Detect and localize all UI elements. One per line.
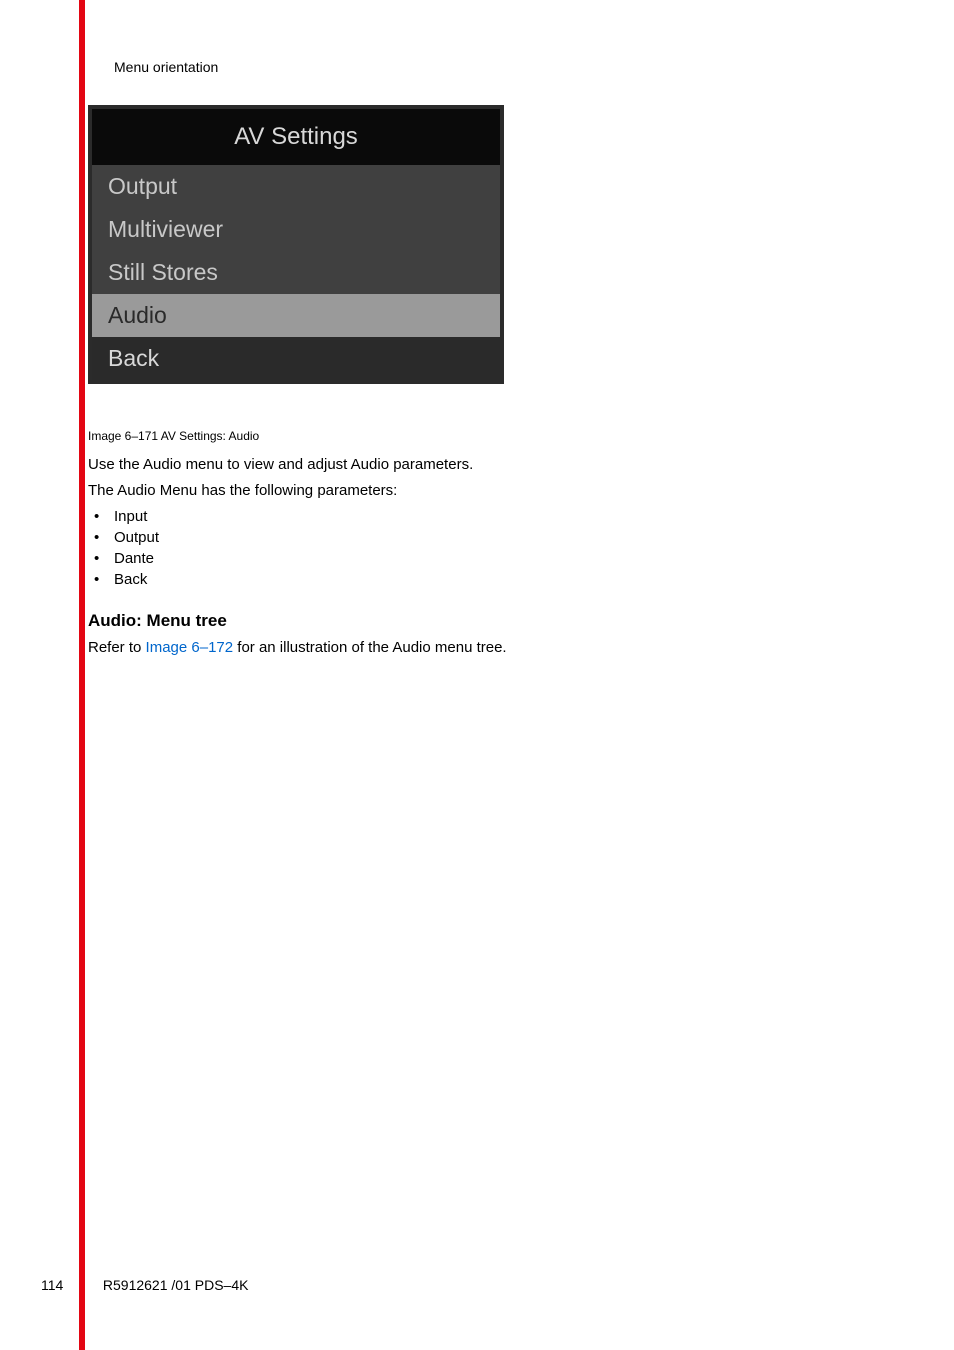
- para3-prefix: Refer to: [88, 639, 146, 656]
- para3-suffix: for an illustration of the Audio menu tr…: [233, 639, 507, 656]
- menu-item-output: Output: [92, 165, 500, 208]
- section-heading: Audio: Menu tree: [88, 611, 227, 631]
- list-item: Back: [88, 569, 159, 590]
- list-item: Input: [88, 506, 159, 527]
- paragraph-3: Refer to Image 6–172 for an illustration…: [88, 639, 507, 656]
- list-item: Dante: [88, 548, 159, 569]
- list-item: Output: [88, 527, 159, 548]
- menu-item-multiviewer: Multiviewer: [92, 208, 500, 251]
- parameter-list: Input Output Dante Back: [88, 506, 159, 590]
- paragraph-2: The Audio Menu has the following paramet…: [88, 482, 397, 499]
- page-footer: 114 R5912621 /01 PDS–4K: [41, 1277, 248, 1293]
- image-caption: Image 6–171 AV Settings: Audio: [88, 429, 259, 443]
- image-ref-link[interactable]: Image 6–172: [146, 639, 234, 656]
- paragraph-1: Use the Audio menu to view and adjust Au…: [88, 456, 473, 473]
- page-header-title: Menu orientation: [114, 59, 218, 75]
- menu-title: AV Settings: [92, 109, 500, 165]
- menu-item-audio: Audio: [92, 294, 500, 337]
- av-settings-menu-screenshot: AV Settings Output Multiviewer Still Sto…: [88, 105, 504, 384]
- page-number: 114: [41, 1277, 79, 1293]
- document-id: R5912621 /01 PDS–4K: [103, 1277, 249, 1293]
- menu-item-back: Back: [92, 337, 500, 380]
- menu-item-still-stores: Still Stores: [92, 251, 500, 294]
- page-left-bar: [79, 0, 85, 1350]
